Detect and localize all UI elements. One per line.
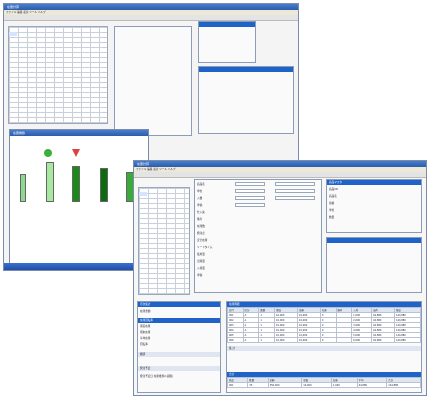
info-row-1: 商品CD: [329, 188, 338, 191]
back-info-panel: [198, 21, 256, 63]
cell: 10,000: [301, 382, 332, 388]
cell: 144,880: [386, 382, 421, 388]
up-arrow-icon: [44, 149, 52, 157]
form-input-5[interactable]: [275, 182, 315, 186]
chart-bar-2: [46, 162, 54, 202]
form-input-6[interactable]: [275, 189, 315, 193]
cell: [335, 337, 353, 343]
front-right-panel: [326, 237, 422, 293]
form-row-9: 安全在庫: [197, 239, 208, 242]
form-row-11: 使用量: [197, 253, 205, 256]
form-row-7: 在庫数: [197, 225, 205, 228]
back-right-header: [199, 67, 293, 72]
form-input-7[interactable]: [275, 196, 315, 200]
detail-panel: 在庫明細 日付 区分 数量 単価 金額 在庫 備考 入荷 出荷 残高 001 A 1…: [226, 301, 422, 393]
sub-header: 集 計: [227, 346, 421, 351]
back-info-header: [199, 22, 255, 27]
form-row-12: 出荷量: [197, 260, 205, 263]
form-input-3[interactable]: [235, 196, 265, 200]
front-form-panel: 商品名 単位 入数 単価 仕入先 備考 在庫数 発注点 安全在庫 リードタイム …: [194, 179, 322, 293]
inventory-header: 棚卸: [138, 352, 220, 357]
form-input-2[interactable]: [235, 189, 265, 193]
form-input-4[interactable]: [235, 203, 265, 207]
cell: 144,880: [393, 337, 422, 343]
turnover-header: 在庫回転率: [138, 318, 220, 323]
info-panel: 商品マスタ 商品CD 商品名 規格 単位 数量: [326, 179, 422, 233]
chart-window: 在庫推移: [9, 129, 149, 267]
front-grid[interactable]: [138, 187, 190, 295]
form-row-5: 仕入先: [197, 211, 205, 214]
summary-panel: 月次集計 在庫金額 在庫回転率 期首在庫 期末在庫 平均在庫 回転率 棚卸 発注…: [137, 301, 221, 393]
back-grid-selected-cell[interactable]: [9, 32, 17, 36]
totals-table: 商品 数量 金額 単価 在庫 平均 合計 001 35 350,000 10,000 1…: [226, 377, 421, 388]
turnover-row-1: 期首在庫: [140, 325, 151, 328]
detail-table: 日付 区分 数量 単価 金額 在庫 備考 入荷 出荷 残高 001 A 1 10,00…: [227, 307, 422, 343]
cell: 10,000: [274, 337, 298, 343]
front-grid-selected-cell[interactable]: [139, 192, 147, 196]
info-row-4: 単位: [329, 209, 335, 212]
chart-bar-1: [20, 174, 26, 202]
cell: 1: [258, 337, 276, 343]
cell: A: [242, 337, 260, 343]
cell: 44,880: [356, 382, 388, 388]
front-toolbar: [134, 172, 426, 178]
cell: 350,000: [267, 382, 303, 388]
cell: 10,000: [296, 337, 321, 343]
cell: 1,000: [330, 382, 358, 388]
summary-row-1: 在庫金額: [140, 310, 151, 313]
info-row-3: 規格: [329, 202, 335, 205]
turnover-row-4: 回転率: [140, 343, 148, 346]
cell: 0: [319, 337, 337, 343]
cell: 44,880: [371, 337, 395, 343]
turnover-row-2: 期末在庫: [140, 331, 151, 334]
form-row-8: 発注点: [197, 232, 205, 235]
form-input-1[interactable]: [235, 182, 265, 186]
chart-window-title: 在庫推移: [10, 130, 148, 136]
info-row-5: 数量: [329, 216, 335, 219]
chart-bar-3: [72, 166, 80, 202]
summary-header: 月次集計: [138, 302, 220, 307]
front-window: 在庫計算 ファイル 編集 表示 ツール ヘルプ 商品名 単位 入数 単価 仕入先…: [133, 160, 427, 396]
order-foot: 発注予定日 在庫推移(1週間): [140, 375, 174, 378]
cell: 6,000: [351, 337, 373, 343]
chart-bar-4: [100, 168, 108, 202]
order-header: 発注予定: [138, 366, 220, 371]
form-row-14: 単価: [197, 274, 203, 277]
table-row[interactable]: 006 A 1 10,000 10,000 0 6,000 44,880 144,880: [227, 337, 422, 343]
table-row[interactable]: 001 35 350,000 10,000 1,000 44,880 144,880: [226, 382, 421, 388]
form-row-6: 備考: [197, 218, 203, 221]
cell: 001: [226, 382, 249, 388]
back-form-panel: [114, 26, 192, 136]
info-header: 商品マスタ: [327, 180, 421, 185]
back-grid[interactable]: [8, 26, 108, 124]
cell: 35: [247, 382, 269, 388]
back-right-panel: [198, 66, 294, 134]
turnover-row-3: 平均在庫: [140, 337, 151, 340]
form-row-10: リードタイム: [197, 246, 213, 249]
cell: 006: [227, 337, 244, 343]
down-arrow-icon: [72, 149, 80, 157]
front-right-header: [327, 238, 421, 243]
info-row-2: 商品名: [329, 195, 337, 198]
form-row-13: 入荷量: [197, 267, 205, 270]
